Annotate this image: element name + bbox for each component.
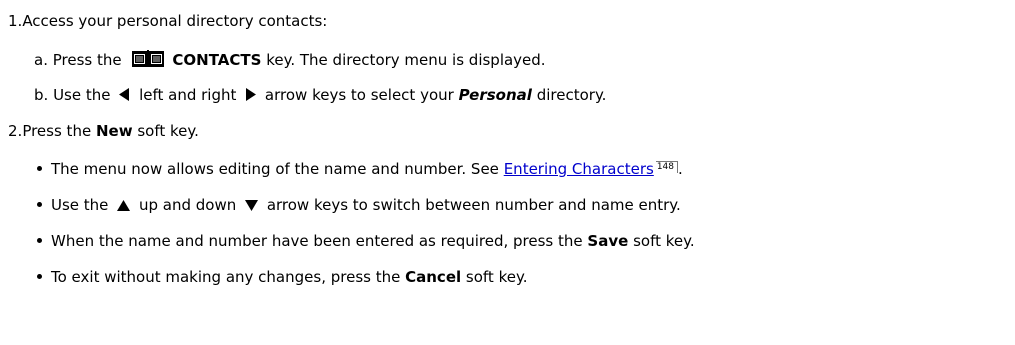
- bullet-text-pre: When the name and number have been enter…: [51, 232, 583, 250]
- substep-text-mid: left and right: [139, 86, 237, 104]
- substep-text-pre: Press the: [52, 51, 122, 69]
- step-1: 1.Access your personal directory contact…: [8, 10, 327, 32]
- substep-text-post-pre: arrow keys to select your: [264, 86, 454, 104]
- left-arrow-icon: [119, 85, 130, 107]
- bullet-text-pre: Use the: [51, 196, 109, 214]
- step-text-pre: Press the: [22, 122, 92, 140]
- bullet-text-post: soft key.: [465, 268, 528, 286]
- bullet-icon: [37, 273, 42, 279]
- bullet-item: When the name and number have been enter…: [33, 230, 695, 252]
- step-text-post: soft key.: [137, 122, 199, 140]
- bullet-text-pre: The menu now allows editing of the name …: [51, 160, 499, 178]
- book-icon: [131, 48, 165, 74]
- bullet-text-post: .: [678, 160, 683, 178]
- new-key-label: New: [95, 122, 133, 140]
- bullet-icon: [37, 237, 42, 243]
- save-key-label: Save: [587, 232, 629, 250]
- bullet-text-mid: up and down: [138, 196, 237, 214]
- bullet-icon: [37, 201, 42, 207]
- step-text: Access your personal directory contacts:: [22, 12, 328, 30]
- page-reference[interactable]: 148: [655, 161, 678, 173]
- substep-text-post: key. The directory menu is displayed.: [266, 51, 546, 69]
- cancel-key-label: Cancel: [405, 268, 462, 286]
- substep-letter: b.: [34, 86, 49, 104]
- substep-text-post: directory.: [536, 86, 607, 104]
- step-number: 2.: [8, 122, 23, 140]
- substep-b: b. Use the left and right arrow keys to …: [34, 84, 606, 106]
- bullet-item: To exit without making any changes, pres…: [33, 266, 527, 288]
- step-2: 2.Press the New soft key.: [8, 120, 199, 142]
- bullet-icon: [37, 165, 42, 171]
- bullet-item: The menu now allows editing of the name …: [33, 158, 683, 180]
- bullet-item: Use the up and down arrow keys to switch…: [33, 194, 681, 216]
- substep-text-pre: Use the: [53, 86, 111, 104]
- bullet-text-post: soft key.: [633, 232, 695, 250]
- step-number: 1.: [8, 12, 23, 30]
- bullet-text-pre: To exit without making any changes, pres…: [51, 268, 401, 286]
- substep-a: a. Press the CONTACTS key. The directory…: [34, 48, 546, 70]
- up-arrow-icon: [117, 195, 131, 217]
- down-arrow-icon: [245, 195, 259, 217]
- personal-emphasis: Personal: [458, 86, 532, 104]
- contacts-key-label: CONTACTS: [172, 51, 262, 69]
- right-arrow-icon: [245, 85, 257, 107]
- entering-characters-link[interactable]: Entering Characters: [504, 160, 654, 178]
- substep-letter: a.: [34, 51, 48, 69]
- bullet-text-post: arrow keys to switch between number and …: [266, 196, 681, 214]
